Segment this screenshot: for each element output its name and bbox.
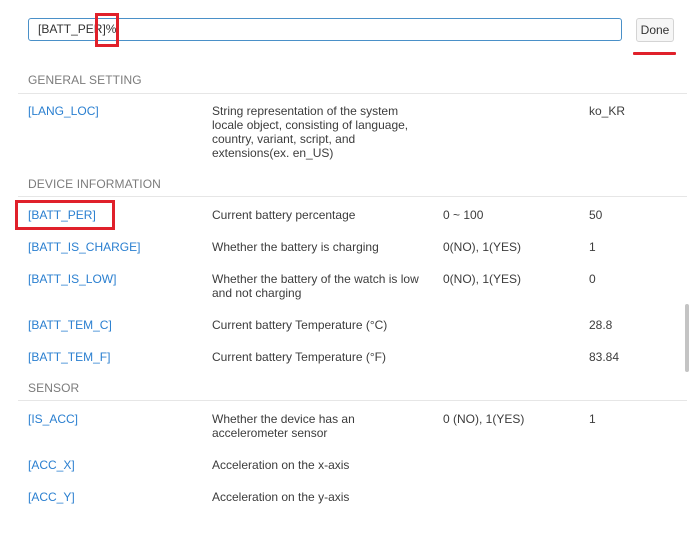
tag-value: 50 [589, 208, 603, 222]
tag-key[interactable]: [LANG_LOC] [28, 104, 99, 118]
tag-key[interactable]: [BATT_TEM_F] [28, 350, 110, 364]
tag-value: 1 [589, 240, 596, 254]
tag-description: Whether the device has an accelerometer … [212, 412, 355, 440]
section-title-general-setting: GENERAL SETTING [28, 73, 142, 87]
tag-key[interactable]: [BATT_TEM_C] [28, 318, 112, 332]
tag-range: 0 ~ 100 [443, 208, 484, 222]
tag-description: Current battery Temperature (°C) [212, 318, 388, 332]
section-divider [18, 93, 687, 94]
tag-key[interactable]: [BATT_IS_CHARGE] [28, 240, 140, 254]
done-button[interactable]: Done [636, 18, 674, 42]
tag-description: Whether the battery is charging [212, 240, 379, 254]
vertical-scrollbar[interactable] [685, 304, 689, 372]
tag-range: 0(NO), 1(YES) [443, 240, 522, 254]
tag-description: String representation of the system loca… [212, 104, 409, 160]
section-divider [18, 196, 687, 197]
tag-key[interactable]: [ACC_Y] [28, 490, 75, 504]
tag-value: 28.8 [589, 318, 613, 332]
tag-key[interactable]: [ACC_X] [28, 458, 75, 472]
expression-bar: [BATT_PER]% Done [0, 0, 692, 62]
tag-description: Whether the battery of the watch is low … [212, 272, 419, 300]
section-title-sensor: SENSOR [28, 381, 80, 395]
tag-description: Current battery percentage [212, 208, 356, 222]
tag-value: ko_KR [589, 104, 626, 118]
tag-value: 83.84 [589, 350, 620, 364]
tag-description: Acceleration on the y-axis [212, 490, 350, 504]
tag-key[interactable]: [IS_ACC] [28, 412, 78, 426]
tag-value: 0 [589, 272, 596, 286]
tag-range: 0(NO), 1(YES) [443, 272, 522, 286]
highlight-box-cursor [95, 13, 119, 47]
tag-key[interactable]: [BATT_IS_LOW] [28, 272, 116, 286]
section-divider [18, 400, 687, 401]
tag-description: Current battery Temperature (°F) [212, 350, 386, 364]
tag-description: Acceleration on the x-axis [212, 458, 350, 472]
tag-value: 1 [589, 412, 596, 426]
tag-range: 0 (NO), 1(YES) [443, 412, 525, 426]
section-title-device-information: DEVICE INFORMATION [28, 177, 161, 191]
highlight-underline-done [633, 52, 676, 55]
highlight-box-batt-per [15, 200, 115, 230]
